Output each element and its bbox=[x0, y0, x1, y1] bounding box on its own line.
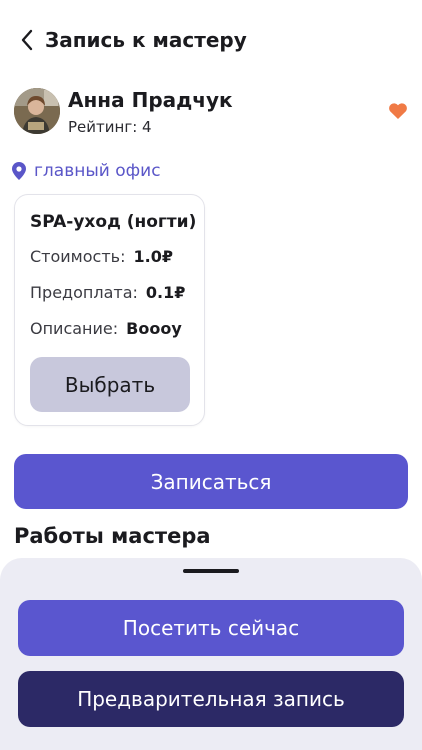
description-label: Описание: bbox=[30, 319, 119, 338]
prepay-value: 0.1₽ bbox=[145, 283, 186, 302]
book-button[interactable]: Записаться bbox=[14, 454, 408, 509]
top-bar: Запись к мастеру bbox=[0, 22, 422, 58]
price-label: Стоимость: bbox=[30, 247, 126, 266]
location-pin-icon bbox=[12, 162, 26, 180]
description-value: Boooy bbox=[126, 319, 182, 338]
office-label: главный офис bbox=[34, 161, 161, 181]
visit-now-button[interactable]: Посетить сейчас bbox=[18, 600, 404, 656]
favorite-button[interactable] bbox=[388, 102, 408, 120]
master-rating: Рейтинг: 4 bbox=[68, 118, 152, 136]
master-name: Анна Прадчук bbox=[68, 88, 233, 112]
service-title: SPA-уход (ногти) bbox=[30, 212, 197, 232]
bottom-sheet: Посетить сейчас Предварительная запись bbox=[0, 558, 422, 750]
price-value: 1.0₽ bbox=[133, 247, 173, 266]
prepay-row: Предоплата: 0.1₽ bbox=[30, 283, 185, 302]
prepay-label: Предоплата: bbox=[30, 283, 138, 302]
sheet-drag-handle[interactable] bbox=[183, 569, 239, 573]
heart-icon bbox=[389, 103, 407, 119]
chevron-left-icon bbox=[21, 29, 33, 51]
avatar bbox=[14, 88, 60, 134]
price-row: Стоимость: 1.0₽ bbox=[30, 247, 173, 266]
select-service-button[interactable]: Выбрать bbox=[30, 357, 190, 412]
master-info: Анна Прадчук Рейтинг: 4 bbox=[14, 88, 408, 136]
page-title: Запись к мастеру bbox=[45, 28, 247, 52]
back-button[interactable] bbox=[14, 26, 40, 54]
works-heading: Работы мастера bbox=[14, 524, 211, 548]
booking-screen: Запись к мастеру Анна Прадчук Рейтинг: 4 bbox=[0, 0, 422, 750]
service-card: SPA-уход (ногти) Стоимость: 1.0₽ Предопла… bbox=[14, 194, 205, 426]
description-row: Описание: Boooy bbox=[30, 319, 182, 338]
office-link[interactable]: главный офис bbox=[12, 158, 161, 184]
pre-booking-button[interactable]: Предварительная запись bbox=[18, 671, 404, 727]
